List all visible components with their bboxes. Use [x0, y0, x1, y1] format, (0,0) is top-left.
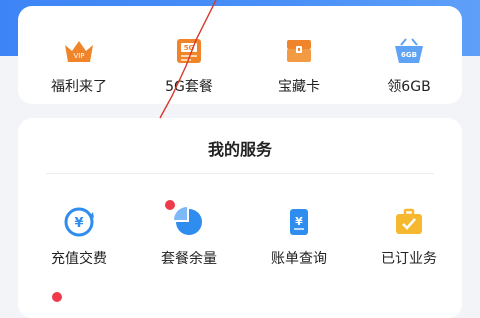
annotation-stroke [159, 0, 217, 119]
